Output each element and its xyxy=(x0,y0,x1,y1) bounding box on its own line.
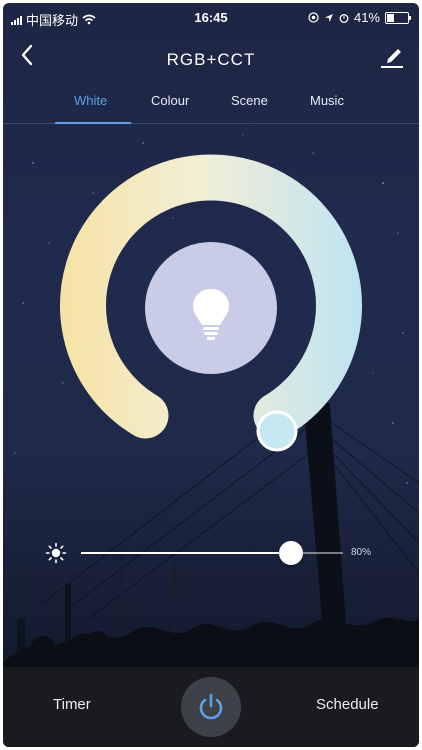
schedule-button[interactable]: Schedule xyxy=(316,696,379,713)
app-screen: 中国移动 16:45 41% RGB+CCT White Colour Scen… xyxy=(3,3,419,747)
color-temperature-ring xyxy=(60,154,362,452)
bottom-bar: Timer Schedule xyxy=(3,667,419,747)
power-icon xyxy=(199,693,223,720)
brightness-slider[interactable] xyxy=(81,541,343,565)
brightness-thumb[interactable] xyxy=(278,541,303,565)
temperature-handle[interactable] xyxy=(256,410,298,452)
power-button[interactable] xyxy=(181,677,241,737)
brightness-fill xyxy=(81,552,291,554)
brightness-slider-row: 80% xyxy=(3,538,419,568)
timer-button[interactable]: Timer xyxy=(53,696,91,713)
sun-icon xyxy=(45,542,67,564)
brightness-value: 80% xyxy=(351,547,372,558)
